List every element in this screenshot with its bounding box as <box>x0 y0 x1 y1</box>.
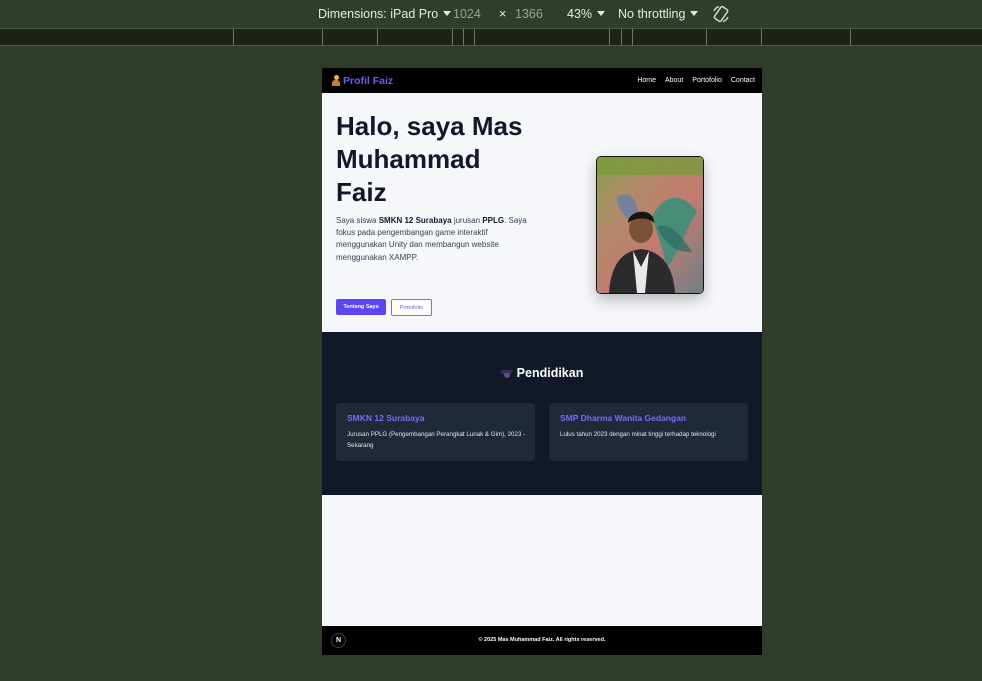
education-card: SMKN 12 Surabaya Jurusan PPLG (Pengemban… <box>336 403 535 461</box>
zoom-selector[interactable]: 43% <box>567 7 606 21</box>
education-card-title: SMP Dharma Wanita Gedangan <box>560 413 687 423</box>
brand-logo[interactable]: Profil Faiz <box>332 75 393 87</box>
education-card: SMP Dharma Wanita Gedangan Lulus tahun 2… <box>549 403 748 461</box>
throttling-label: No throttling <box>618 7 686 21</box>
throttling-selector[interactable]: No throttling <box>618 7 699 21</box>
nav-home[interactable]: Home <box>637 77 656 84</box>
nav-contact[interactable]: Contact <box>731 77 755 84</box>
copyright-text: © 2025 Mas Muhammad Faiz. All rights res… <box>478 637 606 643</box>
person-icon <box>332 75 340 86</box>
device-viewport: Profil Faiz Home About Portofolio Contac… <box>322 68 762 655</box>
brand-text: Profil Faiz <box>343 74 394 87</box>
education-section: Pendidikan SMKN 12 Surabaya Jurusan PPLG… <box>322 332 762 495</box>
education-title-text: Pendidikan <box>516 366 584 380</box>
hero-intro: Saya siswa SMKN 12 Surabaya jurusan PPLG… <box>336 216 527 262</box>
chevron-down-icon <box>690 11 699 16</box>
nav-about[interactable]: About <box>665 77 683 84</box>
education-card-desc: Jurusan PPLG (Pengembangan Perangkat Lun… <box>347 431 526 449</box>
navbar: Profil Faiz Home About Portofolio Contac… <box>322 68 762 93</box>
education-card-desc: Lulus tahun 2023 dengan minat tinggi ter… <box>560 431 716 438</box>
height-input[interactable]: 1366 <box>515 7 543 21</box>
chevron-down-icon <box>443 11 452 16</box>
empty-section <box>322 495 762 626</box>
profile-photo <box>596 156 704 294</box>
graduation-cap-icon <box>501 369 513 378</box>
nav-portofolio[interactable]: Portofolio <box>692 77 722 84</box>
rotate-icon[interactable] <box>711 4 731 27</box>
nav-links: Home About Portofolio Contact <box>637 77 755 84</box>
about-button[interactable]: Tentang Saya <box>336 299 386 315</box>
device-label: Dimensions: iPad Pro <box>318 7 439 21</box>
hero-title: Halo, saya Mas Muhammad Faiz <box>336 111 523 207</box>
zoom-label: 43% <box>567 7 593 21</box>
portfolio-button[interactable]: Portofolio <box>391 299 432 316</box>
major-name: PPLG <box>482 216 505 225</box>
media-query-ruler[interactable] <box>0 28 982 46</box>
hero-section: Halo, saya Mas Muhammad Faiz Saya siswa … <box>322 93 762 332</box>
dimension-separator: × <box>499 7 507 21</box>
width-input[interactable]: 1024 <box>453 7 481 21</box>
school-name: SMKN 12 Surabaya <box>378 216 452 225</box>
device-toolbar: Dimensions: iPad Pro 1024 × 1366 43% No … <box>0 0 982 28</box>
education-title: Pendidikan <box>322 366 762 380</box>
education-card-title: SMKN 12 Surabaya <box>347 413 425 423</box>
chevron-down-icon <box>597 11 606 16</box>
footer: N © 2025 Mas Muhammad Faiz. All rights r… <box>322 626 762 655</box>
device-selector[interactable]: Dimensions: iPad Pro <box>318 7 452 21</box>
